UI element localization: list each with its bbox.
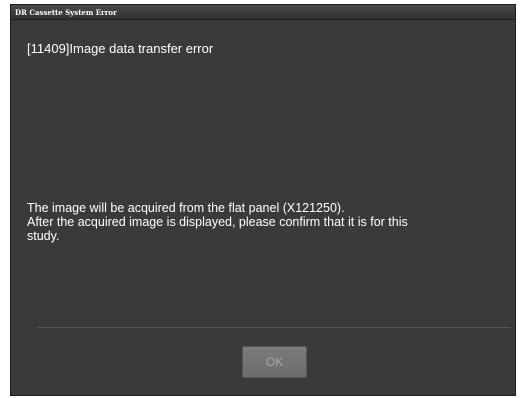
message-line: The image will be acquired from the flat… xyxy=(27,201,345,215)
ok-button[interactable]: OK xyxy=(242,346,307,378)
error-heading: [11409]Image data transfer error xyxy=(27,41,214,56)
error-dialog: DR Cassette System Error [11409]Image da… xyxy=(10,4,516,396)
window-title: DR Cassette System Error xyxy=(15,7,117,17)
message-line: study. xyxy=(27,229,60,243)
divider xyxy=(37,327,511,328)
title-bar[interactable]: DR Cassette System Error xyxy=(11,5,515,20)
message-line: After the acquired image is displayed, p… xyxy=(27,215,408,229)
error-message: The image will be acquired from the flat… xyxy=(27,201,497,243)
